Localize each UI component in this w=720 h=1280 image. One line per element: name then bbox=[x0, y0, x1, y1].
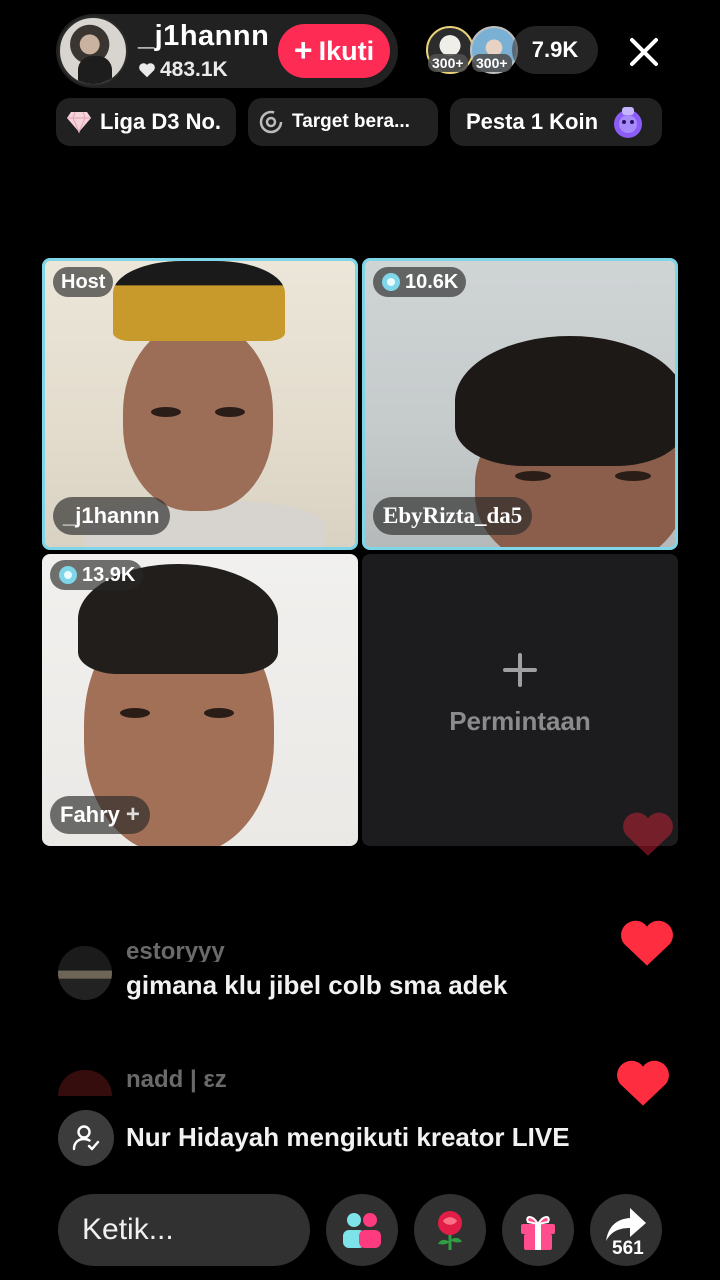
commenter-avatar[interactable] bbox=[58, 946, 112, 1000]
request-label: Permintaan bbox=[449, 706, 591, 736]
comment-text: gimana klu jibel colb sma adek bbox=[126, 970, 508, 1000]
viewer-count[interactable]: 7.9K bbox=[512, 26, 598, 74]
follow-button[interactable]: + Ikuti bbox=[278, 24, 390, 78]
video-tile-host[interactable]: Host _j1hannn bbox=[42, 258, 358, 550]
tile-name-label: EbyRizta_da5 bbox=[373, 497, 533, 535]
multi-guest-button[interactable] bbox=[326, 1194, 398, 1266]
tile-name-label[interactable]: Fahry + bbox=[50, 796, 150, 834]
score-badge: 13.9K bbox=[50, 560, 144, 590]
target-chip-label: Target bera... bbox=[292, 111, 410, 132]
host-name: _j1hannn bbox=[138, 20, 270, 52]
follow-notice-icon-wrap bbox=[58, 1110, 114, 1166]
follow-label: Ikuti bbox=[318, 35, 375, 66]
host-likes-count: 483.1K bbox=[160, 58, 228, 81]
tile-name-text: Fahry bbox=[60, 802, 120, 827]
score-value: 13.9K bbox=[82, 563, 136, 586]
share-count: 561 bbox=[612, 1238, 644, 1259]
diamond-icon bbox=[66, 110, 92, 134]
heart-icon bbox=[623, 812, 673, 856]
plus-icon bbox=[362, 652, 678, 693]
close-icon bbox=[630, 38, 658, 66]
tile-name-text: _j1hannn bbox=[63, 503, 160, 528]
gift-box-icon bbox=[521, 1216, 555, 1250]
gift-button[interactable] bbox=[502, 1194, 574, 1266]
score-icon bbox=[382, 273, 400, 291]
tile-name-text: EbyRizta_da5 bbox=[383, 503, 523, 528]
target-chip[interactable]: Target bera... bbox=[248, 98, 438, 146]
user-follow-icon bbox=[72, 1125, 100, 1151]
video-tile-guest-1[interactable]: 10.6K EbyRizta_da5 bbox=[362, 258, 678, 550]
score-icon bbox=[59, 566, 77, 584]
heart-icon bbox=[617, 1060, 669, 1106]
person-hat bbox=[113, 261, 285, 341]
commenter-avatar[interactable] bbox=[58, 1070, 112, 1096]
heart-icon bbox=[621, 920, 673, 966]
video-tile-guest-2[interactable]: 13.9K Fahry + bbox=[42, 554, 358, 846]
coin-party-chip[interactable]: Pesta 1 Koin bbox=[450, 98, 662, 146]
comment-username[interactable]: nadd | εz bbox=[126, 1066, 227, 1094]
comment-username[interactable]: estoryyy bbox=[126, 938, 225, 962]
heart-icon bbox=[139, 63, 155, 78]
league-chip[interactable]: Liga D3 No. bbox=[56, 98, 236, 146]
rose-icon bbox=[438, 1211, 462, 1250]
host-badge: Host bbox=[53, 267, 114, 297]
comment-input[interactable] bbox=[58, 1194, 310, 1266]
host-avatar[interactable] bbox=[58, 16, 128, 86]
plus-icon: + bbox=[293, 31, 313, 68]
league-chip-label: Liga D3 No. bbox=[100, 109, 222, 134]
viewer-badge-1: 300+ bbox=[428, 54, 468, 72]
viewer-badge-2: 300+ bbox=[472, 54, 512, 72]
score-badge: 10.6K bbox=[373, 267, 467, 297]
treasure-bag-icon bbox=[610, 104, 646, 140]
people-icon bbox=[343, 1213, 381, 1248]
coin-party-chip-label: Pesta 1 Koin bbox=[466, 109, 599, 134]
add-icon: + bbox=[125, 801, 140, 828]
score-value: 10.6K bbox=[405, 270, 459, 293]
person-face bbox=[123, 321, 273, 511]
target-icon bbox=[258, 109, 284, 135]
rose-gift-button[interactable] bbox=[414, 1194, 486, 1266]
close-button[interactable] bbox=[618, 26, 670, 78]
host-likes: 483.1K bbox=[138, 58, 228, 82]
tile-name-label: _j1hannn bbox=[53, 497, 170, 535]
person-hair bbox=[455, 336, 675, 466]
follow-notice-text: Nur Hidayah mengikuti kreator LIVE bbox=[126, 1122, 570, 1152]
request-slot[interactable]: Permintaan bbox=[362, 554, 678, 846]
